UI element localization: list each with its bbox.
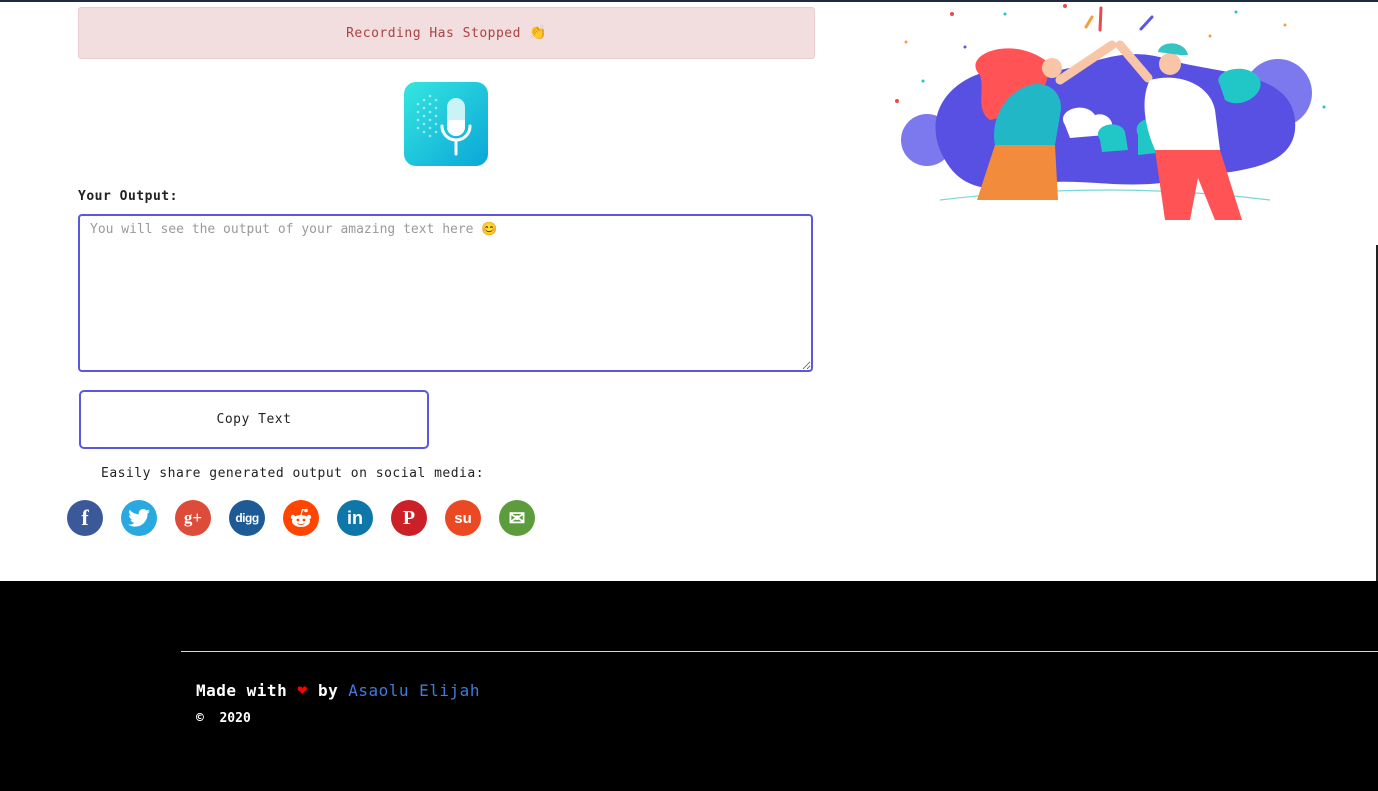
- digg-glyph: digg: [235, 511, 259, 525]
- twitter-icon[interactable]: [121, 500, 157, 536]
- footer-divider: [181, 651, 1378, 652]
- pinterest-glyph: P: [402, 506, 416, 529]
- digg-icon[interactable]: digg: [229, 500, 265, 536]
- spark-lines: [1084, 6, 1154, 32]
- made-with-credit: Made with ❤ by Asaolu Elijah: [196, 680, 480, 700]
- recording-status-alert: Recording Has Stopped 👏: [78, 7, 815, 59]
- heart-icon: ❤: [297, 680, 308, 700]
- copy-text-button[interactable]: Copy Text: [79, 390, 429, 449]
- footer: Made with ❤ by Asaolu Elijah © 2020: [0, 581, 1378, 791]
- pinterest-icon[interactable]: P: [391, 500, 427, 536]
- stumbleupon-icon[interactable]: su: [445, 500, 481, 536]
- copyright-symbol: ©: [196, 711, 204, 726]
- clapping-hands-icon: 👏: [528, 25, 547, 41]
- google-plus-icon[interactable]: g+: [175, 500, 211, 536]
- author-link[interactable]: Asaolu Elijah: [348, 681, 480, 700]
- high-five-illustration: [895, 4, 1326, 220]
- google-plus-glyph: g+: [183, 508, 203, 527]
- reddit-alien-shape: [290, 508, 312, 527]
- share-caption: Easily share generated output on social …: [101, 466, 485, 481]
- reddit-icon[interactable]: [283, 500, 319, 536]
- microphone-button[interactable]: [404, 82, 488, 166]
- output-label: Your Output:: [78, 189, 178, 204]
- made-with-text: Made with: [196, 680, 288, 700]
- linkedin-icon[interactable]: in: [337, 500, 373, 536]
- twitter-bird-shape: [128, 509, 150, 527]
- social-share-bar: f g+ digg in P su ✉: [67, 500, 535, 536]
- alert-text: Recording Has Stopped: [346, 25, 521, 41]
- linkedin-glyph: in: [347, 507, 363, 528]
- stumbleupon-glyph: su: [454, 509, 472, 527]
- microphone-icon: [404, 82, 488, 166]
- output-textarea[interactable]: [78, 214, 813, 372]
- email-glyph: ✉: [508, 507, 526, 530]
- facebook-glyph: f: [81, 505, 89, 530]
- facebook-icon[interactable]: f: [67, 500, 103, 536]
- copyright: © 2020: [196, 711, 251, 726]
- email-icon[interactable]: ✉: [499, 500, 535, 536]
- copyright-year: 2020: [219, 711, 251, 726]
- by-text: by: [317, 680, 339, 700]
